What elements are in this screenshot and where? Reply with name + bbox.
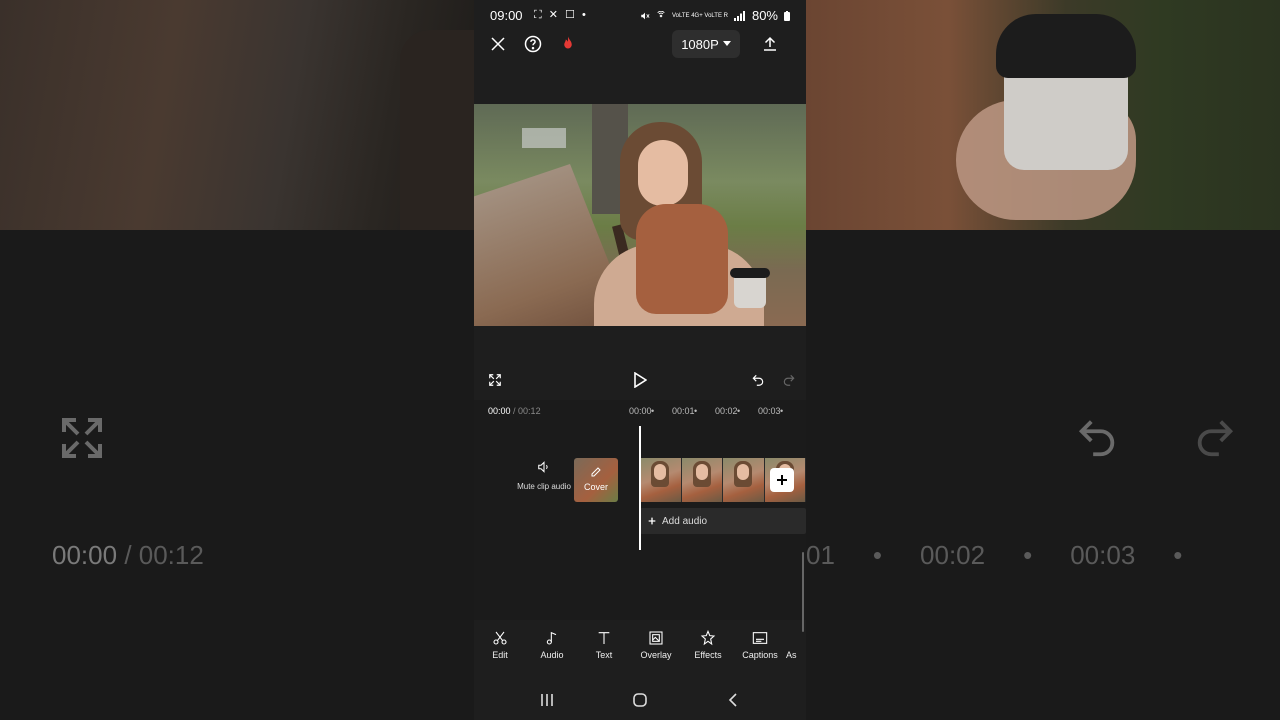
background-left: 00:00 / 00:12 [0,0,474,720]
background-time: 00:00 / 00:12 [52,540,204,570]
plus-icon [648,517,656,525]
current-time: 00:00 [488,406,511,416]
tool-overlay[interactable]: Overlay [630,630,682,670]
pencil-icon [591,467,601,477]
captions-icon [752,632,768,644]
scissors-icon [493,631,507,645]
tool-aspect[interactable]: As [786,630,806,670]
close-icon [491,37,505,51]
redo-icon [1197,420,1234,457]
caret-down-icon [722,41,731,46]
clip-frame [723,458,765,502]
phone-screen: 09:00 ⛶ ✕ ☐ • VoLTE 4G+ VoLTE R 80% 1080… [474,0,806,720]
text-icon [598,632,610,644]
resolution-label: 1080P [681,36,719,52]
redo-icon [783,374,795,386]
play-button[interactable] [626,364,654,396]
plus-icon [777,475,787,485]
home-icon [633,693,647,707]
background-ruler: 01 • 00:02 • 00:03 • [806,540,1183,570]
undo-button[interactable] [744,364,772,396]
timecode: 00:00 / 00:12 [488,406,541,416]
hotspot-icon [657,10,665,17]
overlay-icon [649,631,663,645]
top-bar: 1080P [474,28,806,60]
status-time: 09:00 [490,8,523,23]
cover-button[interactable]: Cover [574,458,618,502]
status-right: VoLTE 4G+ VoLTE R 80% [640,8,790,23]
help-icon [524,35,542,53]
background-photo-left [0,0,474,230]
music-note-icon [546,631,557,645]
background-photo-right [806,0,1280,230]
export-button[interactable] [754,28,786,60]
tool-captions[interactable]: Captions [734,630,786,670]
clip-frame [681,458,723,502]
bottom-toolbar: Edit Audio Text Overlay Effects Captions… [474,630,806,670]
toolbar-scrollbar[interactable] [802,552,804,632]
mute-icon [641,12,650,19]
resolution-button[interactable]: 1080P [672,30,740,58]
recent-apps-button[interactable] [535,688,559,712]
recent-apps-icon [541,694,553,706]
status-notification-icons: ⛶ ✕ ☐ • [534,9,588,21]
upload-icon [764,36,776,51]
playback-controls [474,364,806,396]
effects-icon [700,630,716,646]
timeline[interactable]: 00:00 / 00:12 00:00 • 00:01 • 00:02 • 00… [474,400,806,620]
battery-icon [784,10,790,21]
fullscreen-button[interactable] [481,364,509,396]
help-button[interactable] [517,28,549,60]
battery-percent: 80% [751,8,778,23]
back-icon [728,693,737,707]
close-button[interactable] [482,28,514,60]
playhead[interactable] [639,426,641,550]
video-preview[interactable] [474,104,806,326]
fire-icon [564,36,572,49]
home-button[interactable] [628,688,652,712]
speaker-icon [538,461,548,473]
signal-text: VoLTE 4G+ VoLTE R [671,12,728,19]
tool-effects[interactable]: Effects [682,630,734,670]
add-audio-label: Add audio [662,515,708,527]
signal-icon [733,10,745,21]
system-nav-bar [474,684,806,714]
cover-label: Cover [583,482,608,492]
add-clip-button[interactable] [770,468,794,492]
mute-label: Mute clip audio [517,482,571,491]
mute-clip-audio-button[interactable]: Mute clip audio [514,460,574,491]
fullscreen-icon [62,418,102,458]
tool-text[interactable]: Text [578,630,630,670]
tool-edit[interactable]: Edit [474,630,526,670]
time-ruler: 00:00 • 00:01 • 00:02 • 00:03 • [629,406,784,416]
pro-fire-button[interactable] [552,28,584,60]
back-button[interactable] [721,688,745,712]
undo-icon [1078,420,1115,457]
total-time: / 00:12 [513,406,541,416]
clip-frame [640,458,682,502]
redo-button[interactable] [775,364,803,396]
add-audio-button[interactable]: Add audio [640,508,806,534]
undo-icon [752,374,764,386]
tool-audio[interactable]: Audio [526,630,578,670]
fullscreen-icon [489,374,501,386]
background-right: 01 • 00:02 • 00:03 • [806,0,1280,720]
play-icon [634,372,647,388]
